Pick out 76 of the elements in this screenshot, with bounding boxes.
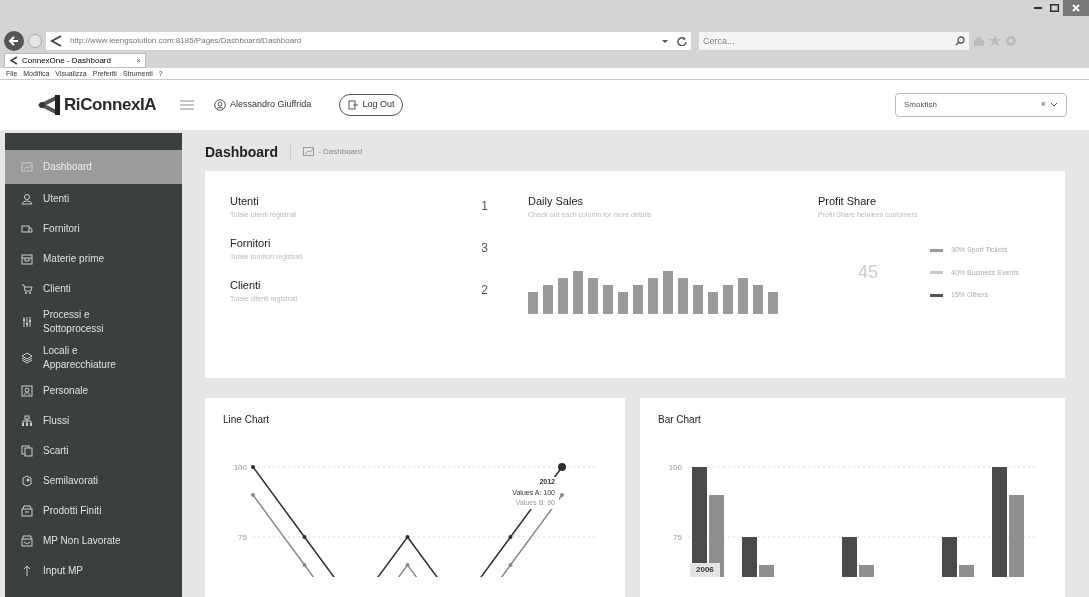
sidebar-item[interactable]: Utenti <box>5 184 182 214</box>
sidebar-item[interactable]: Flussi <box>5 406 182 436</box>
sidebar-item-icon <box>21 283 33 295</box>
clear-button[interactable]: × <box>1040 98 1046 112</box>
section-title: Daily Sales <box>528 194 585 209</box>
maximize-icon <box>1050 4 1059 12</box>
user-name[interactable]: Alessandro Giuffrida <box>230 98 312 112</box>
chevron-down-icon <box>1050 102 1058 108</box>
sidebar-item-icon <box>21 316 33 328</box>
dropdown-icon <box>661 37 669 45</box>
sidebar-item-icon <box>21 445 33 457</box>
star-icon <box>989 35 1001 47</box>
tab-title: ConnexOne - Dashboard <box>22 54 112 67</box>
select-value: Smokfish <box>904 99 938 111</box>
address-bar[interactable]: http://www.ieengsolution.com:8185/Pages/Dashboard/Dashboard <box>46 32 691 50</box>
data-point[interactable] <box>558 463 566 471</box>
logout-icon <box>348 100 359 110</box>
page-title: Dashboard <box>205 142 279 162</box>
stat-value: 2 <box>481 282 488 299</box>
sidebar-item[interactable]: Fornitori <box>5 214 182 244</box>
axis-tick-label: 75 <box>238 533 247 542</box>
axis-tick-label: 75 <box>673 533 682 542</box>
sidebar-item-icon <box>21 535 33 547</box>
axis-tick-label: 100 <box>233 463 247 472</box>
sidebar-item[interactable]: Semilavorati <box>5 466 182 496</box>
sidebar-item[interactable]: Processi e Sottoprocessi <box>5 304 182 340</box>
sidebar-item[interactable]: Personale <box>5 376 182 406</box>
url-text: http://www.ieengsolution.com:8185/Pages/Dashboard/Dashboard <box>70 35 303 47</box>
back-button[interactable] <box>4 31 24 51</box>
tab-close[interactable]: × <box>136 54 141 67</box>
logo-text: RiConnexIA <box>64 94 157 117</box>
data-point[interactable] <box>302 535 307 539</box>
chart-icon <box>303 147 315 157</box>
sidebar-item[interactable]: Materie prime <box>5 244 182 274</box>
sidebar-item-icon <box>21 352 33 364</box>
company-select[interactable]: Smokfish × <box>895 93 1067 117</box>
user-icon <box>214 99 226 111</box>
data-point[interactable] <box>405 535 410 539</box>
sidebar-item-icon <box>21 505 33 517</box>
sidebar-item[interactable]: Locali e Apparecchiature <box>5 340 182 376</box>
sidebar-item-icon <box>21 223 33 235</box>
forward-button[interactable] <box>28 34 42 48</box>
stat-value: 3 <box>481 240 488 257</box>
logo-icon <box>38 94 60 116</box>
back-arrow-icon <box>8 35 20 47</box>
stat-title: Utenti <box>230 194 260 209</box>
sidebar-item-icon <box>21 161 33 173</box>
sidebar-item-icon <box>21 475 33 487</box>
minimize-icon <box>1034 7 1042 9</box>
sidebar-item[interactable]: Prodotti Finiti <box>5 496 182 526</box>
category-tooltip: 2006 <box>690 563 720 577</box>
browser-tab[interactable]: ConnexOne - Dashboard × <box>4 53 146 68</box>
sidebar-item-icon <box>21 253 33 265</box>
chart-title: Bar Chart <box>658 413 702 427</box>
stat-value: 1 <box>481 198 488 215</box>
stat-title: Fornitori <box>230 236 272 251</box>
home-icon <box>973 35 985 47</box>
data-point[interactable] <box>251 465 255 469</box>
search-icon <box>955 36 965 46</box>
axis-tick-label: 100 <box>668 463 682 472</box>
close-icon <box>1071 3 1081 13</box>
data-point[interactable] <box>508 535 513 539</box>
sidebar-item[interactable]: Input MP <box>5 556 182 586</box>
stat-title: Clienti <box>230 278 262 293</box>
menu-icon <box>180 100 194 110</box>
sidebar-item-icon <box>21 415 33 427</box>
refresh-icon <box>677 36 687 46</box>
sidebar-item-icon <box>21 193 33 205</box>
sidebar-item[interactable]: Clienti <box>5 274 182 304</box>
section-title: Profit Share <box>818 194 878 209</box>
sidebar-item-icon <box>21 385 33 397</box>
sidebar-item[interactable]: MP Non Lavorate <box>5 526 182 556</box>
chart-title: Line Chart <box>223 413 271 427</box>
sidebar-item-icon <box>21 565 33 577</box>
sidebar-item[interactable]: Scarti <box>5 436 182 466</box>
settings-icon <box>1005 35 1017 47</box>
